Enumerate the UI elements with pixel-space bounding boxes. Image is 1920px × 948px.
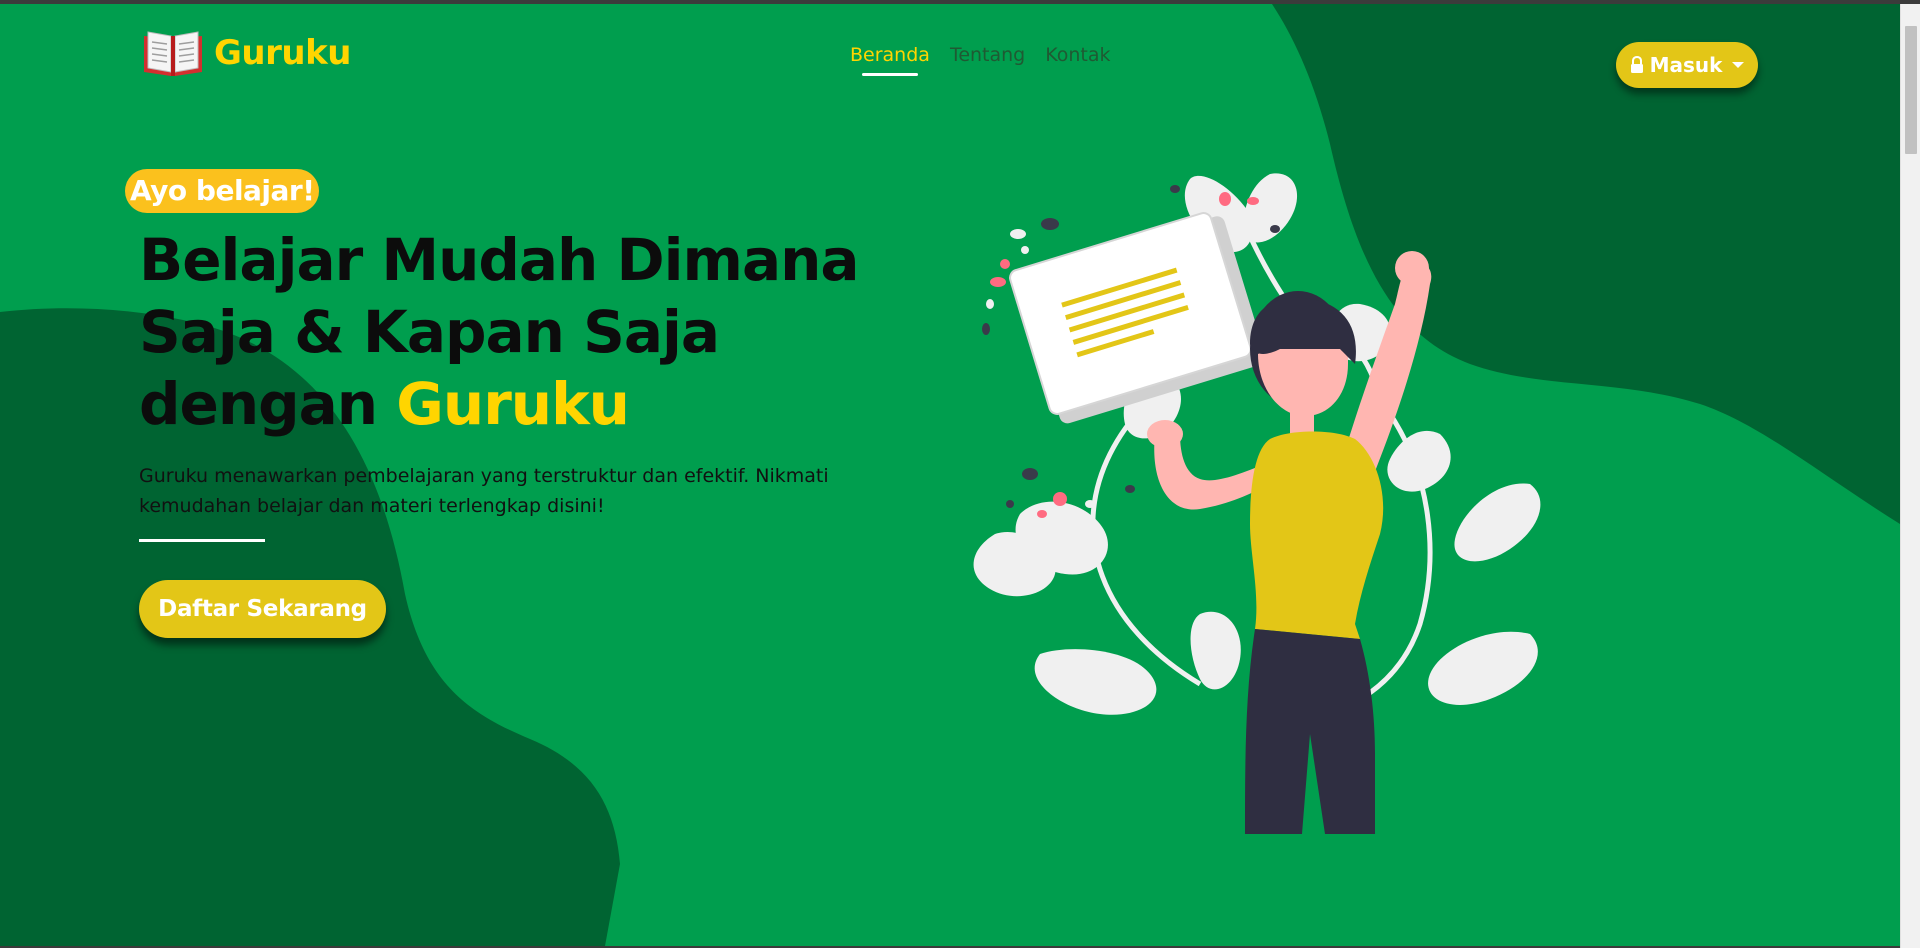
hero-title-line2: Saja & Kapan Saja <box>139 298 720 366</box>
vertical-scrollbar[interactable] <box>1900 4 1920 948</box>
nav-item-tentang[interactable]: Tentang <box>950 44 1025 72</box>
nav-item-label: Kontak <box>1045 44 1111 66</box>
nav-item-label: Tentang <box>949 44 1026 66</box>
brand-name: Guruku <box>214 33 351 73</box>
lock-icon <box>1630 56 1643 73</box>
browser-window: Guruku Beranda Tentang Kontak Masuk Ayo … <box>0 0 1920 948</box>
login-dropdown-button[interactable]: Masuk <box>1616 42 1758 88</box>
hero-title-line3-prefix: dengan <box>139 370 397 438</box>
hero-title-accent: Guruku <box>396 370 630 438</box>
nav-item-label: Beranda <box>850 44 930 66</box>
login-label: Masuk <box>1649 53 1723 77</box>
hero-divider <box>139 539 265 542</box>
register-now-button[interactable]: Daftar Sekarang <box>139 580 386 638</box>
hero-title-line1: Belajar Mudah Dimana <box>139 226 860 294</box>
scrollbar-thumb[interactable] <box>1905 26 1917 154</box>
hero-badge: Ayo belajar! <box>125 169 319 213</box>
active-indicator <box>862 73 918 76</box>
page-viewport: Guruku Beranda Tentang Kontak Masuk Ayo … <box>0 4 1900 946</box>
hero-description: Guruku menawarkan pembelajaran yang ters… <box>139 461 899 521</box>
hero-description-line1: Guruku menawarkan pembelajaran yang ters… <box>139 465 829 487</box>
chevron-down-icon <box>1732 62 1745 68</box>
hero-title: Belajar Mudah Dimana Saja & Kapan Saja d… <box>139 224 899 440</box>
woman-holding-document-illustration <box>973 173 1541 834</box>
hero-description-line2: kemudahan belajar dan materi terlengkap … <box>139 495 605 517</box>
main-nav: Beranda Tentang Kontak <box>850 44 1111 76</box>
nav-item-kontak[interactable]: Kontak <box>1045 44 1110 72</box>
open-book-icon <box>144 31 202 76</box>
brand-logo-link[interactable]: Guruku <box>142 28 351 78</box>
nav-item-beranda[interactable]: Beranda <box>850 44 930 76</box>
